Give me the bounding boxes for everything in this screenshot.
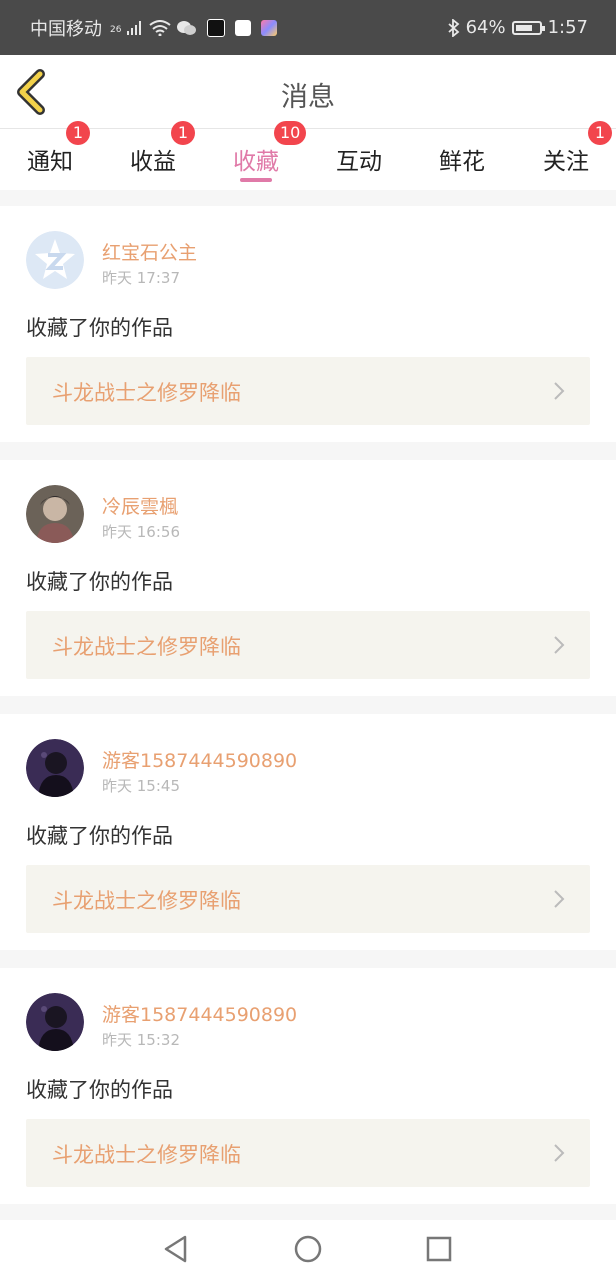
- tab-badge: 1: [171, 121, 195, 145]
- status-right: 64% 1:57: [447, 17, 588, 38]
- tab-interactions[interactable]: 互动: [309, 129, 409, 190]
- message-card: 红宝石公主 昨天 17:37 收藏了你的作品 斗龙战士之修罗降临: [0, 206, 616, 442]
- network-type-label: 26: [110, 24, 122, 35]
- timestamp: 昨天 15:32: [102, 1031, 180, 1049]
- tab-label: 关注: [543, 149, 589, 175]
- action-text: 收藏了你的作品: [26, 316, 173, 340]
- tab-flowers[interactable]: 鲜花: [412, 129, 512, 190]
- tab-bar: 通知 1 收益 1 收藏 10 互动 鲜花 关注 1: [0, 121, 616, 190]
- back-triangle-icon[interactable]: [161, 1234, 191, 1264]
- avatar[interactable]: [26, 739, 84, 797]
- message-card: 游客1587444590890 昨天 15:45 收藏了你的作品 斗龙战士之修罗…: [0, 714, 616, 950]
- chevron-right-icon: [554, 890, 565, 908]
- tab-label: 收益: [130, 149, 176, 175]
- work-link[interactable]: 斗龙战士之修罗降临: [26, 865, 590, 933]
- avatar[interactable]: [26, 485, 84, 543]
- user-name[interactable]: 红宝石公主: [102, 238, 197, 265]
- home-circle-icon[interactable]: [293, 1234, 323, 1264]
- message-card: 冷辰雲楓 昨天 16:56 收藏了你的作品 斗龙战士之修罗降临: [0, 460, 616, 696]
- battery-percent: 64%: [465, 17, 506, 38]
- chevron-right-icon: [554, 382, 565, 400]
- timestamp: 昨天 16:56: [102, 523, 180, 541]
- tab-earnings[interactable]: 收益 1: [103, 121, 203, 190]
- tab-badge: 1: [66, 121, 90, 145]
- chevron-right-icon: [554, 636, 565, 654]
- work-link[interactable]: 斗龙战士之修罗降临: [26, 357, 590, 425]
- carrier-label: 中国移动: [30, 18, 102, 40]
- tab-badge: 10: [274, 121, 307, 145]
- tab-label: 互动: [336, 149, 382, 175]
- work-link[interactable]: 斗龙战士之修罗降临: [26, 611, 590, 679]
- baidu-icon: [235, 19, 252, 36]
- work-title: 斗龙战士之修罗降临: [52, 1143, 241, 1167]
- system-nav-bar: [0, 1220, 616, 1280]
- action-text: 收藏了你的作品: [26, 824, 173, 848]
- avatar[interactable]: [26, 993, 84, 1051]
- app-notification-icon: [207, 18, 226, 37]
- tab-notifications[interactable]: 通知 1: [0, 121, 100, 190]
- timestamp: 昨天 17:37: [102, 269, 180, 287]
- wechat-icon: [177, 20, 197, 36]
- wifi-icon: [149, 19, 172, 36]
- user-name[interactable]: 冷辰雲楓: [102, 492, 178, 519]
- action-text: 收藏了你的作品: [26, 570, 173, 594]
- header: 消息: [0, 55, 616, 129]
- work-link[interactable]: 斗龙战士之修罗降临: [26, 1119, 590, 1187]
- message-card: 游客1587444590890 昨天 15:32 收藏了你的作品 斗龙战士之修罗…: [0, 968, 616, 1204]
- recents-square-icon[interactable]: [424, 1234, 454, 1264]
- status-bar: 中国移动 26 64% 1:57: [0, 0, 616, 55]
- user-name[interactable]: 游客1587444590890: [102, 1000, 297, 1027]
- bluetooth-icon: [447, 18, 460, 37]
- signal-icon: [127, 20, 143, 35]
- work-title: 斗龙战士之修罗降临: [52, 889, 241, 913]
- work-title: 斗龙战士之修罗降临: [52, 381, 241, 405]
- avatar[interactable]: [26, 231, 84, 289]
- tab-favorites[interactable]: 收藏 10: [206, 121, 307, 190]
- page-title: 消息: [281, 82, 335, 113]
- work-title: 斗龙战士之修罗降临: [52, 635, 241, 659]
- tab-label: 通知: [27, 149, 73, 175]
- tab-label: 鲜花: [439, 149, 485, 175]
- action-text: 收藏了你的作品: [26, 1078, 173, 1102]
- tab-follows[interactable]: 关注 1: [516, 121, 616, 190]
- clock: 1:57: [547, 17, 588, 38]
- user-name[interactable]: 游客1587444590890: [102, 746, 297, 773]
- app-notification-icon: [261, 19, 278, 36]
- tab-badge: 1: [588, 121, 612, 145]
- active-tab-indicator: [240, 178, 272, 182]
- chevron-right-icon: [554, 1144, 565, 1162]
- status-left: 中国移动 26: [30, 15, 278, 41]
- timestamp: 昨天 15:45: [102, 777, 180, 795]
- tab-label: 收藏: [233, 149, 279, 175]
- battery-icon: [511, 20, 545, 35]
